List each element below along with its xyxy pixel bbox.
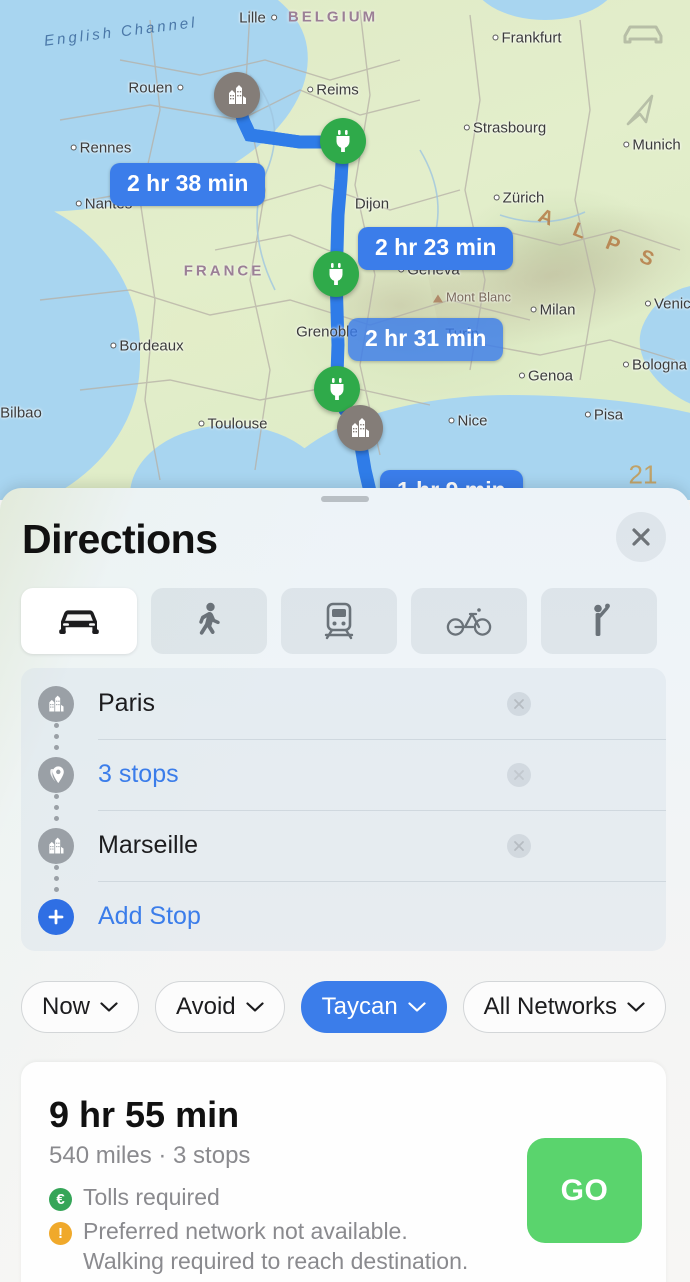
route-distance-stops: 540 miles · 3 stops (49, 1142, 251, 1169)
clear-stops-button[interactable] (507, 762, 531, 787)
maps-directions-screen: English Channel BELGIUM FRANCE A L P S M… (0, 0, 690, 1282)
ev-plug-icon (336, 130, 350, 152)
destination-pin-marseille[interactable] (337, 405, 383, 451)
ev-plug-icon (330, 378, 344, 400)
chip-label: All Networks (483, 993, 618, 1020)
close-button[interactable] (616, 512, 666, 562)
chevron-down-icon (246, 1001, 264, 1012)
close-icon (514, 698, 524, 709)
charging-stop-pin-2[interactable] (313, 251, 359, 297)
chip-departure-time[interactable]: Now (21, 981, 140, 1033)
route-summary-card: 9 hr 55 min 540 miles · 3 stops € Tolls … (21, 1062, 666, 1282)
tolls-notice-text: Tolls required (83, 1184, 220, 1210)
chip-label: Now (42, 993, 91, 1020)
waypoint-row-add-stop[interactable]: Add Stop (21, 881, 666, 951)
chevron-down-icon (100, 1001, 118, 1012)
charging-stop-pin-1[interactable] (320, 118, 366, 164)
go-button[interactable]: GO (527, 1138, 642, 1243)
waypoint-row-origin[interactable]: Paris (21, 668, 666, 739)
route-options-chips: Now Avoid Taycan All Networks (21, 981, 667, 1033)
city-icon (38, 827, 74, 864)
tab-cycle[interactable] (411, 588, 527, 654)
waypoint-row-stops[interactable]: 3 stops (21, 739, 666, 810)
eta-bubble-leg-2[interactable]: 2 hr 23 min (358, 227, 514, 270)
waypoint-label: 3 stops (98, 760, 179, 788)
clear-origin-button[interactable] (507, 691, 531, 716)
chevron-down-icon (408, 1001, 426, 1012)
eta-bubble-leg-1[interactable]: 2 hr 38 min (110, 163, 266, 206)
rideshare-icon (594, 603, 610, 636)
car-icon (59, 610, 99, 634)
tab-drive[interactable] (21, 588, 137, 654)
clear-destination-button[interactable] (507, 833, 531, 858)
close-icon (632, 528, 650, 546)
network-warning-line-2: Walking required to reach destination. (83, 1248, 469, 1274)
navigation-arrow-icon[interactable] (624, 92, 658, 133)
waypoint-label: Add Stop (98, 902, 201, 930)
tab-walk[interactable] (151, 588, 267, 654)
network-warning-notice: ! Preferred network not available. Walki… (49, 1218, 468, 1275)
waypoint-label: Paris (98, 689, 155, 717)
tab-transit[interactable] (281, 588, 397, 654)
chevron-down-icon (627, 1001, 645, 1012)
city-icon (38, 685, 74, 722)
tab-rideshare[interactable] (541, 588, 657, 654)
city-icon (229, 85, 246, 104)
chip-avoid[interactable]: Avoid (155, 981, 285, 1033)
tolls-notice: € Tolls required (49, 1184, 220, 1211)
network-warning-line-1: Preferred network not available. (83, 1218, 408, 1244)
warning-badge-icon: ! (49, 1222, 72, 1245)
travel-mode-tabs (21, 588, 671, 654)
page-title: Directions (22, 516, 218, 562)
chip-networks[interactable]: All Networks (462, 981, 667, 1033)
ev-plug-icon (329, 263, 343, 285)
chip-label: Taycan (321, 993, 398, 1020)
close-icon (514, 769, 524, 780)
stops-icon (38, 756, 74, 793)
chip-label: Avoid (176, 993, 236, 1020)
euro-badge-icon: € (49, 1188, 72, 1211)
train-icon (324, 602, 354, 640)
waypoint-row-destination[interactable]: Marseille (21, 810, 666, 881)
map-canvas[interactable]: English Channel BELGIUM FRANCE A L P S M… (0, 0, 690, 500)
waypoint-list: Paris 3 stops Marseille Add Stop (21, 668, 666, 951)
eta-bubble-leg-3[interactable]: 2 hr 31 min (348, 318, 504, 361)
plus-icon (38, 898, 74, 935)
close-icon (514, 840, 524, 851)
bicycle-icon (446, 608, 492, 636)
route-duration: 9 hr 55 min (49, 1094, 240, 1135)
chip-vehicle[interactable]: Taycan (300, 981, 447, 1033)
waypoint-label: Marseille (98, 831, 199, 859)
walk-icon (199, 602, 220, 635)
vehicle-overlay-icon[interactable] (620, 20, 666, 55)
city-icon (352, 418, 369, 437)
sheet-grabber-handle[interactable] (321, 496, 369, 502)
origin-pin-paris[interactable] (214, 72, 260, 118)
